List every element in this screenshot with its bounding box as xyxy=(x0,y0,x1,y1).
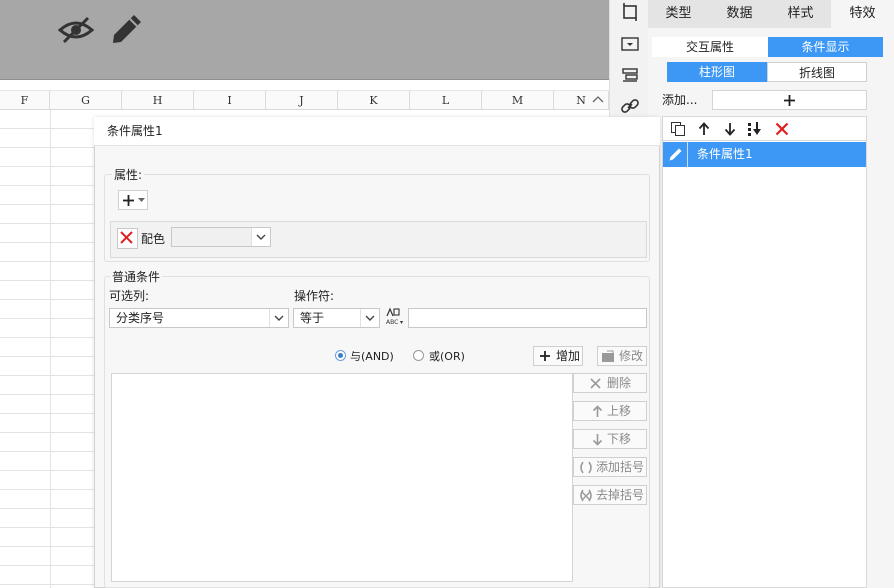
tab-data[interactable]: 数据 xyxy=(709,0,770,28)
condition-value-input[interactable] xyxy=(408,308,647,328)
column-select-value: 分类序号 xyxy=(116,311,165,325)
formula-abc-icon[interactable]: ABC xyxy=(384,307,406,327)
operator-label: 操作符: xyxy=(294,289,335,303)
pencil-icon[interactable] xyxy=(110,12,144,46)
move-to-bottom-icon[interactable] xyxy=(747,121,763,137)
property-section-title: 属性: xyxy=(112,166,145,183)
optional-column-label: 可选列: xyxy=(109,289,150,303)
plus-icon xyxy=(540,351,550,361)
plus-icon xyxy=(784,95,795,106)
dialog-title: 条件属性1 xyxy=(94,117,660,146)
tab-line-chart[interactable]: 折线图 xyxy=(767,62,867,82)
move-down-button[interactable]: 下移 xyxy=(573,429,647,449)
condition-list-toolbar xyxy=(662,116,867,141)
modify-icon xyxy=(602,350,614,362)
plus-icon xyxy=(123,195,134,206)
tab-type[interactable]: 类型 xyxy=(648,0,709,28)
add-condition-button[interactable]: 增加 xyxy=(533,346,583,366)
radio-and-label: 与(AND) xyxy=(350,350,394,363)
close-icon xyxy=(120,231,133,244)
link-icon[interactable] xyxy=(620,96,640,116)
column-header[interactable]: F xyxy=(0,91,50,109)
main-tab-bar: 类型 数据 样式 特效 xyxy=(648,0,894,28)
edit-pencil-icon xyxy=(669,148,682,161)
column-dropdown-arrow xyxy=(269,309,288,327)
modify-button-label: 修改 xyxy=(619,349,644,363)
svg-text:ABC: ABC xyxy=(386,319,398,326)
arrow-up-icon xyxy=(592,405,603,417)
dropdown-widget-icon[interactable] xyxy=(620,34,640,54)
remove-property-button[interactable] xyxy=(117,228,138,249)
copy-icon[interactable] xyxy=(670,121,686,137)
tab-bar-chart[interactable]: 柱形图 xyxy=(667,62,767,82)
move-up-icon[interactable] xyxy=(696,121,712,137)
chevron-down-icon xyxy=(256,234,266,240)
add-bracket-button[interactable]: 添加括号 xyxy=(573,457,647,477)
color-dropdown-arrow xyxy=(251,228,270,246)
tab-style[interactable]: 样式 xyxy=(770,0,831,28)
chart-preview-banner xyxy=(0,0,609,80)
radio-or[interactable] xyxy=(413,350,424,361)
operator-dropdown-arrow xyxy=(360,309,379,327)
add-label: 添加... xyxy=(662,93,698,107)
radio-and[interactable] xyxy=(335,350,346,361)
column-header[interactable]: K xyxy=(338,91,410,109)
delete-icon[interactable] xyxy=(774,121,790,137)
column-header[interactable]: J xyxy=(266,91,338,109)
remove-bracket-button[interactable]: 去掉括号 xyxy=(573,485,647,505)
operator-select[interactable]: 等于 xyxy=(293,308,380,328)
arrow-down-icon xyxy=(592,434,603,446)
list-item[interactable]: 条件属性1 xyxy=(663,142,866,167)
remove-bracket-icon xyxy=(580,489,592,502)
bracket-icon xyxy=(580,461,592,474)
add-property-dropdown[interactable] xyxy=(118,190,148,210)
tab-conditional-display[interactable]: 条件显示 xyxy=(768,37,883,57)
operator-select-value: 等于 xyxy=(300,311,325,325)
move-down-label: 下移 xyxy=(607,432,632,446)
delete-button[interactable]: 删除 xyxy=(573,373,647,393)
column-header[interactable]: L xyxy=(410,91,482,109)
color-property-row: 配色 xyxy=(110,221,647,258)
move-up-button[interactable]: 上移 xyxy=(573,401,647,421)
align-layers-icon[interactable] xyxy=(620,66,640,86)
tab-interaction-properties[interactable]: 交互属性 xyxy=(652,37,768,57)
color-scheme-select[interactable] xyxy=(171,227,271,247)
hide-eye-icon[interactable] xyxy=(58,14,94,46)
remove-bracket-label: 去掉括号 xyxy=(596,488,645,502)
scroll-up-icon[interactable] xyxy=(592,94,604,104)
tab-effects[interactable]: 特效 xyxy=(831,0,894,28)
move-up-label: 上移 xyxy=(607,404,632,418)
column-header-row: F G H I J K L M N xyxy=(0,90,609,110)
normal-condition-title: 普通条件 xyxy=(110,268,163,285)
column-header[interactable]: M xyxy=(482,91,554,109)
condition-expression-list[interactable] xyxy=(111,373,573,582)
chevron-down-icon xyxy=(274,315,284,321)
add-bracket-label: 添加括号 xyxy=(596,460,645,474)
move-down-icon[interactable] xyxy=(722,121,738,137)
column-select[interactable]: 分类序号 xyxy=(109,308,289,328)
modify-button[interactable]: 修改 xyxy=(597,346,647,366)
add-button-label: 增加 xyxy=(556,349,581,363)
chevron-down-icon xyxy=(138,198,145,202)
chevron-down-icon xyxy=(365,315,375,321)
list-item-label: 条件属性1 xyxy=(697,147,753,161)
column-header[interactable]: G xyxy=(50,91,122,109)
column-header[interactable]: I xyxy=(194,91,266,109)
delete-button-label: 删除 xyxy=(607,376,632,390)
add-condition-button[interactable] xyxy=(712,90,867,110)
condition-list[interactable] xyxy=(662,116,867,588)
close-icon xyxy=(590,378,601,389)
crop-frame-icon[interactable] xyxy=(620,2,640,22)
column-header[interactable]: H xyxy=(122,91,194,109)
color-label: 配色 xyxy=(141,232,166,246)
radio-or-label: 或(OR) xyxy=(429,350,465,363)
